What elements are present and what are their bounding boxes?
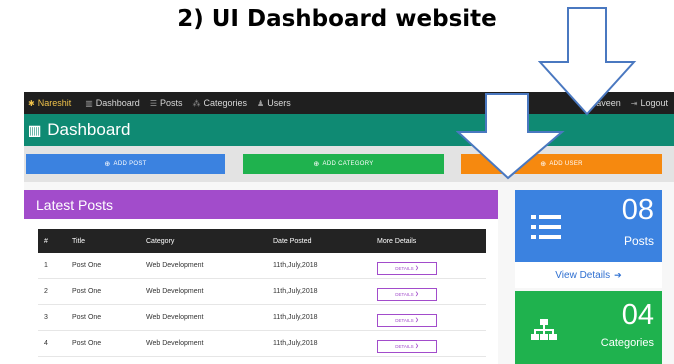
column-header: Title <box>72 237 85 245</box>
details-button-body[interactable]: DETAILS ❯ <box>377 287 437 301</box>
details-button-body[interactable]: DETAILS ❯ <box>377 313 437 327</box>
dashboard-screenshot: ✱ Nareshit ▥ Dashboard ☰ Posts ⁂ Categor… <box>24 92 674 364</box>
details-label: DETAILS <box>395 265 414 271</box>
bar-chart-icon: ▥ <box>85 98 93 108</box>
bar-chart-icon: ▥ <box>28 121 42 138</box>
posts-stat-top: 08 Posts <box>515 190 662 262</box>
nav-dashboard[interactable]: ▥ Dashboard <box>85 98 140 108</box>
add-post-label: ADD POST <box>113 161 147 167</box>
action-bar: ⊕ ADD POST ⊕ ADD CATEGORY ⊕ ADD USER <box>24 146 674 182</box>
details-button-body[interactable]: DETAILS ❯ <box>377 339 437 353</box>
column-header: Date Posted <box>273 237 312 245</box>
nav-categories-label: Categories <box>203 98 248 108</box>
sitemap-icon: ⁂ <box>192 98 201 108</box>
chevron-right-icon: ❯ <box>414 317 419 322</box>
plus-circle-icon: ⊕ <box>313 161 320 168</box>
add-category-button[interactable]: ⊕ ADD CATEGORY <box>243 154 444 174</box>
nav-users[interactable]: ♟ Users <box>257 98 291 108</box>
arrow-circle-right-icon: ➔ <box>614 269 622 280</box>
list-icon: ☰ <box>149 98 157 108</box>
details-button[interactable]: DETAILS ❯ <box>377 305 437 330</box>
row-category: Web Development <box>146 340 204 347</box>
view-details-link[interactable]: View Details ➔ <box>515 262 662 288</box>
row-category: Web Development <box>146 262 204 269</box>
table-row: 2 Post One Web Development 11th,July,201… <box>38 279 486 305</box>
nav-categories[interactable]: ⁂ Categories <box>193 98 248 108</box>
column-header: Category <box>146 237 175 245</box>
column-header: # <box>44 237 48 245</box>
row-title: Post One <box>72 314 102 321</box>
details-label: DETAILS <box>395 343 414 349</box>
row-date: 11th,July,2018 <box>273 288 318 295</box>
details-label: DETAILS <box>395 291 414 297</box>
row-date: 11th,July,2018 <box>273 314 318 321</box>
brand-name: Nareshit <box>37 98 72 108</box>
posts-label: Posts <box>623 234 654 248</box>
latest-posts-panel: Latest Posts # Title Category Date Poste… <box>24 190 498 364</box>
table-row: 1 Post One Web Development 11th,July,201… <box>38 253 486 279</box>
users-icon: ♟ <box>257 98 265 108</box>
categories-count: 04 <box>621 299 654 331</box>
plus-circle-icon: ⊕ <box>104 161 111 168</box>
nav-posts[interactable]: ☰ Posts <box>150 98 183 108</box>
list-icon <box>531 215 561 239</box>
page-header: ▥ Dashboard <box>24 114 674 146</box>
details-label: DETAILS <box>395 317 414 323</box>
chevron-right-icon: ❯ <box>414 343 419 348</box>
row-date: 11th,July,2018 <box>273 262 318 269</box>
row-title: Post One <box>72 288 102 295</box>
details-button[interactable]: DETAILS ❯ <box>377 331 437 356</box>
sitemap-icon <box>531 319 557 340</box>
posts-stat-card: 08 Posts View Details ➔ <box>515 190 662 288</box>
gear-icon: ✱ <box>28 98 35 108</box>
row-category: Web Development <box>146 314 204 321</box>
view-details-label: View Details <box>555 269 611 281</box>
nav-posts-label: Posts <box>159 98 183 108</box>
details-button[interactable]: DETAILS ❯ <box>377 279 437 304</box>
details-button[interactable]: DETAILS ❯ <box>377 253 437 278</box>
brand-link[interactable]: ✱ Nareshit <box>28 98 71 108</box>
page-title: Dashboard <box>47 120 131 139</box>
nav-dashboard-label: Dashboard <box>95 98 140 108</box>
down-arrow-annotation <box>456 93 565 180</box>
table-row: 4 Post One Web Development 11th,July,201… <box>38 331 486 357</box>
add-category-label: ADD CATEGORY <box>322 161 374 167</box>
chevron-right-icon: ❯ <box>414 291 419 296</box>
categories-label: Categories <box>600 337 654 349</box>
row-category: Web Development <box>146 288 204 295</box>
row-number: 1 <box>44 262 48 269</box>
chevron-right-icon: ❯ <box>414 265 419 270</box>
categories-stat-card: 04 Categories <box>515 291 662 364</box>
latest-posts-title: Latest Posts <box>24 190 498 219</box>
column-header: More Details <box>377 237 417 245</box>
table-header: # Title Category Date Posted More Detail… <box>38 229 486 253</box>
table-row: 3 Post One Web Development 11th,July,201… <box>38 305 486 331</box>
row-number: 3 <box>44 314 48 321</box>
row-number: 4 <box>44 340 48 347</box>
row-number: 2 <box>44 288 48 295</box>
posts-count: 08 <box>621 194 654 226</box>
add-post-button[interactable]: ⊕ ADD POST <box>26 154 225 174</box>
nav-users-label: Users <box>267 98 291 108</box>
row-title: Post One <box>72 340 102 347</box>
nav-logout-label: Logout <box>640 98 668 108</box>
row-date: 11th,July,2018 <box>273 340 318 347</box>
row-title: Post One <box>72 262 102 269</box>
details-button-body[interactable]: DETAILS ❯ <box>377 261 437 275</box>
